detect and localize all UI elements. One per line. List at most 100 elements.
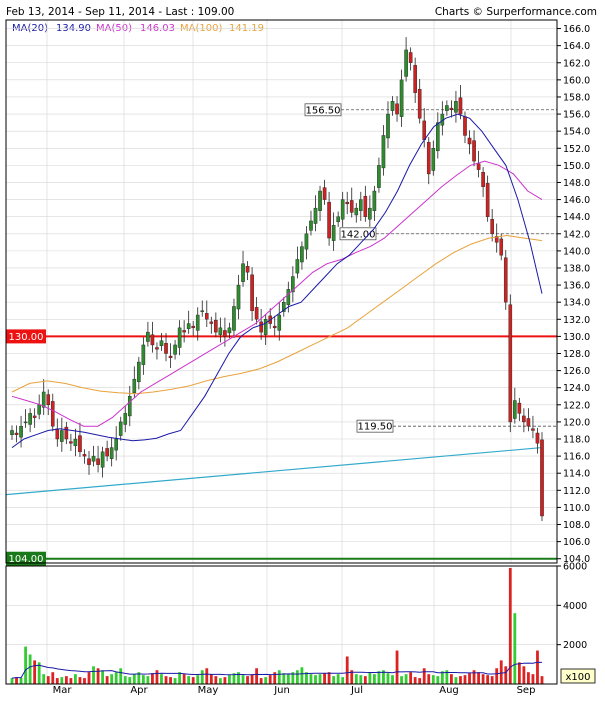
volume-bar	[69, 678, 73, 684]
volume-bar	[481, 674, 485, 684]
y-tick-label: 136.0	[563, 281, 590, 292]
candle-body	[91, 455, 96, 462]
candle-body	[467, 137, 472, 145]
volume-bar	[450, 674, 453, 684]
volume-bar	[345, 656, 349, 684]
volume-bar	[436, 676, 440, 684]
volume-bar	[64, 676, 68, 684]
candle-body	[69, 441, 73, 444]
level-label: 119.50	[358, 422, 393, 433]
candle-body	[531, 428, 535, 431]
volume-tick-label: 2000	[563, 640, 587, 651]
candle-body	[64, 426, 69, 440]
candle-body	[37, 404, 41, 415]
candle-body	[232, 306, 236, 331]
y-tick-label: 158.0	[563, 92, 590, 103]
volume-bar	[459, 676, 462, 684]
volume-bar	[218, 678, 222, 684]
trendline	[5, 446, 543, 496]
candle-body	[422, 120, 427, 140]
volume-bar	[295, 670, 299, 684]
candle-body	[263, 319, 268, 335]
x-tick-label: Jun	[273, 685, 290, 696]
candle-body	[449, 107, 454, 110]
x-tick-label: Aug	[439, 685, 459, 696]
volume-bar	[46, 676, 50, 684]
candle-body	[254, 307, 259, 320]
y-tick-label: 140.0	[563, 246, 590, 257]
volume-bar	[228, 675, 231, 684]
volume-bar	[336, 674, 340, 684]
y-tick-label: 156.0	[563, 110, 590, 121]
candle-body	[10, 430, 14, 435]
volume-bar	[182, 674, 186, 684]
candle-body	[191, 325, 195, 329]
volume-bar	[60, 677, 64, 684]
x-tick-label: May	[198, 685, 219, 696]
volume-bar	[277, 670, 281, 684]
y-tick-label: 108.0	[563, 520, 590, 531]
volume-bar	[164, 676, 168, 684]
candle-body	[372, 190, 377, 211]
y-tick-label: 128.0	[563, 349, 590, 360]
volume-bar	[536, 650, 539, 684]
candle-body	[395, 103, 399, 115]
candle-body	[295, 259, 300, 274]
volume-bar	[250, 674, 254, 684]
volume-bar	[241, 675, 245, 684]
volume-bar	[200, 670, 204, 684]
candle-body	[517, 402, 522, 414]
candle-body	[340, 199, 345, 220]
y-tick-label: 110.0	[563, 503, 590, 514]
candle-body	[390, 101, 395, 111]
y-tick-label: 146.0	[563, 195, 590, 206]
candle-body	[186, 323, 191, 329]
candle-body	[100, 451, 105, 468]
volume-bar	[477, 672, 480, 684]
candle-body	[236, 284, 241, 310]
candle-body	[286, 289, 291, 305]
volume-bar	[146, 676, 150, 684]
candle-body	[182, 330, 186, 333]
volume-bar	[332, 676, 336, 684]
stock-chart: Feb 13, 2014 - Sep 11, 2014 - Last : 109…	[5, 6, 597, 696]
volume-bar	[327, 672, 331, 684]
volume-bar	[395, 650, 399, 684]
candle-body	[540, 439, 544, 517]
chart-header-title: Feb 13, 2014 - Sep 11, 2014 - Last : 109…	[6, 6, 234, 18]
candle-body	[513, 400, 517, 419]
volume-bar	[151, 673, 154, 684]
candle-body	[413, 65, 417, 93]
volume-bar	[119, 668, 123, 684]
candle-body	[381, 135, 386, 169]
volume-bar	[33, 660, 37, 684]
volume-bar	[468, 673, 471, 684]
candle-body	[118, 421, 123, 436]
candle-body	[345, 201, 350, 205]
level-label: 142.00	[341, 229, 376, 240]
candle-body	[209, 321, 214, 324]
candle-body	[155, 347, 159, 350]
x-tick-label: Apr	[130, 685, 148, 696]
candle-body	[272, 325, 277, 329]
reference-lines-layer: 130.00 104.00 156.50 142.00 119.50	[5, 103, 557, 566]
candle-body	[472, 140, 476, 162]
candle-body	[41, 391, 46, 408]
candle-body	[454, 101, 458, 113]
y-tick-label: 166.0	[563, 24, 590, 35]
candle-body	[204, 313, 209, 320]
candle-body	[146, 331, 150, 342]
volume-bar	[300, 667, 304, 684]
volume-bar	[522, 666, 526, 684]
candle-body	[313, 207, 318, 224]
y-tick-label: 160.0	[563, 75, 590, 86]
volume-bar	[101, 670, 104, 684]
candle-body	[96, 458, 100, 465]
volume-bar	[368, 672, 372, 684]
volume-bar	[155, 670, 159, 684]
volume-bar	[400, 676, 403, 684]
candle-body	[177, 327, 182, 348]
volume-bar	[264, 677, 268, 684]
candle-body	[377, 165, 381, 188]
candle-body	[304, 233, 309, 250]
